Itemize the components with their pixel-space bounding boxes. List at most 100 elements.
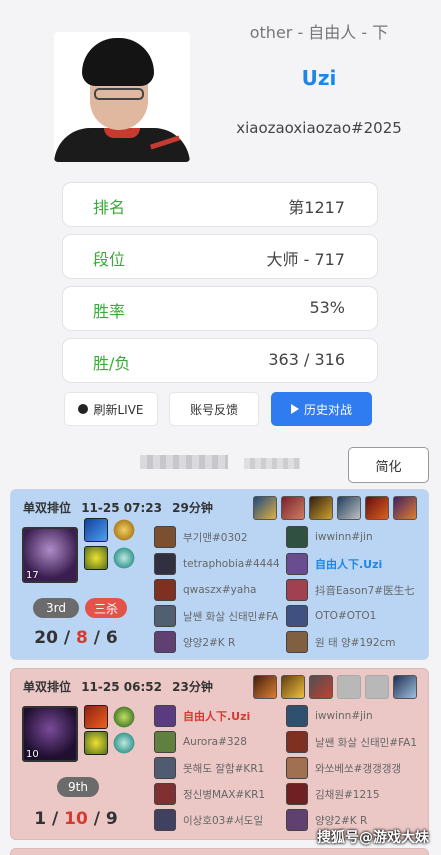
champion-icon — [286, 526, 308, 548]
roster-player[interactable]: 정신병MAX#KR1 — [154, 782, 304, 806]
roster-player[interactable]: tetraphobia#4444 — [154, 552, 304, 576]
match-time: 11-25 06:52 — [81, 680, 162, 694]
roster-player[interactable]: iwwinn#jin — [286, 525, 436, 549]
rune-secondary-icon — [112, 546, 136, 570]
stat-label: 段位 — [93, 250, 126, 269]
match-header: 单双排位 11-25 07:23 29分钟 — [23, 499, 213, 516]
roster-player[interactable]: iwwinn#jin — [286, 704, 436, 728]
roster-player-self[interactable]: 自由人下.Uzi — [286, 552, 436, 576]
roster-player[interactable]: 날쌘 화살 신태민#FA — [154, 604, 304, 628]
roster-player[interactable]: 이상호03#서도일 — [154, 808, 304, 832]
champion-icon — [154, 579, 176, 601]
item-slot-empty — [337, 675, 361, 699]
kda-score: 20 / 8 / 6 — [34, 628, 118, 648]
champion-icon — [154, 553, 176, 575]
match-card-loss[interactable]: 单双排位 11-25 06:52 23分钟 10 9th 1 / 10 / 9 … — [10, 668, 429, 840]
match-time: 11-25 07:23 — [81, 501, 162, 515]
item-icon — [253, 675, 277, 699]
player-name: Uzi — [301, 66, 337, 90]
stat-label: 排名 — [93, 198, 126, 217]
champion-icon — [286, 757, 308, 779]
roster-player[interactable]: 抖音Eason7#医生七 — [286, 578, 436, 602]
assists: 9 — [105, 809, 118, 829]
simplify-label: 简化 — [375, 459, 402, 475]
avatar-glasses — [94, 88, 144, 100]
item-build — [253, 675, 417, 699]
champion-icon — [286, 631, 308, 653]
roster-player[interactable]: qwaszx#yaha — [154, 578, 304, 602]
profile-header: other - 自由人 - 下 Uzi xiaozaoxiaozao#2025 — [0, 0, 441, 176]
roster-player[interactable]: 와쏘베쏘#갱갱갱갱 — [286, 756, 436, 780]
heal-spell-icon — [84, 731, 108, 755]
champion-icon — [154, 605, 176, 627]
stat-value: 53% — [309, 298, 345, 317]
roster-player[interactable]: OTO#OTO1 — [286, 604, 436, 628]
item-icon — [253, 496, 277, 520]
champion-icon — [154, 526, 176, 548]
simplify-button[interactable]: 简化 — [348, 447, 429, 483]
refresh-live-button[interactable]: 刷新LIVE — [64, 392, 158, 426]
rune-primary-icon — [112, 518, 136, 542]
blurred-text — [244, 458, 300, 469]
refresh-live-label: 刷新LIVE — [93, 402, 144, 417]
item-slot-empty — [365, 675, 389, 699]
match-history-button[interactable]: 历史对战 — [271, 392, 372, 426]
deaths: 8 — [75, 628, 88, 648]
roster-player[interactable]: 날쌘 화살 신태민#FA1 — [286, 730, 436, 754]
roster-player[interactable]: 원 태 양#192cm — [286, 630, 436, 654]
kda-score: 1 / 10 / 9 — [34, 809, 118, 829]
stat-card-tier: 段位 大师 - 717 — [62, 234, 378, 279]
champion-icon — [286, 705, 308, 727]
stat-label: 胜率 — [93, 302, 126, 321]
item-icon — [337, 496, 361, 520]
ignite-spell-icon — [84, 705, 108, 729]
roster-player[interactable]: 김채원#1215 — [286, 782, 436, 806]
deaths: 10 — [64, 809, 88, 829]
flash-spell-icon — [84, 518, 108, 542]
champion-icon — [154, 809, 176, 831]
player-avatar — [54, 32, 190, 162]
player-tag: xiaozaoxiaozao#2025 — [236, 119, 402, 137]
item-icon — [281, 675, 305, 699]
roster-player[interactable]: 양양2#K R — [154, 630, 304, 654]
rune-primary-icon — [112, 705, 136, 729]
kills: 1 — [34, 809, 47, 829]
item-build — [253, 496, 417, 520]
match-card-win[interactable]: 单双排位 11-25 07:23 29分钟 17 3rd 三杀 20 / 8 /… — [10, 489, 429, 660]
heal-spell-icon — [84, 546, 108, 570]
champion-portrait: 17 — [22, 527, 78, 583]
roster-player[interactable]: 부기맨#0302 — [154, 525, 304, 549]
champion-icon — [154, 757, 176, 779]
multikill-badge: 三杀 — [85, 598, 127, 618]
item-icon — [309, 496, 333, 520]
match-card-next[interactable] — [10, 848, 429, 855]
champion-icon — [286, 783, 308, 805]
item-icon — [281, 496, 305, 520]
champion-icon — [286, 809, 308, 831]
rank-badge: 3rd — [33, 598, 79, 618]
player-subtitle: other - 自由人 - 下 — [249, 23, 389, 42]
champion-icon — [286, 605, 308, 627]
champion-icon — [154, 705, 176, 727]
match-header: 单双排位 11-25 06:52 23分钟 — [23, 678, 213, 695]
item-icon — [393, 496, 417, 520]
rank-badge: 9th — [57, 777, 99, 797]
champion-icon — [286, 579, 308, 601]
champion-icon — [154, 783, 176, 805]
champion-icon — [286, 731, 308, 753]
play-triangle-icon — [290, 404, 299, 414]
champion-level: 10 — [26, 749, 39, 760]
match-queue: 单双排位 — [23, 501, 72, 515]
assists: 6 — [105, 628, 118, 648]
roster-player[interactable]: Aurora#328 — [154, 730, 304, 754]
match-queue: 单双排位 — [23, 680, 72, 694]
roster-player-self[interactable]: 自由人下.Uzi — [154, 704, 304, 728]
account-feedback-label: 账号反馈 — [189, 402, 238, 417]
stat-label: 胜/负 — [93, 354, 131, 373]
item-icon — [309, 675, 333, 699]
blurred-text — [140, 455, 228, 469]
roster-player[interactable]: 못해도 잘함#KR1 — [154, 756, 304, 780]
stat-card-rank: 排名 第1217 — [62, 182, 378, 227]
account-feedback-button[interactable]: 账号反馈 — [169, 392, 259, 426]
champion-portrait: 10 — [22, 706, 78, 762]
